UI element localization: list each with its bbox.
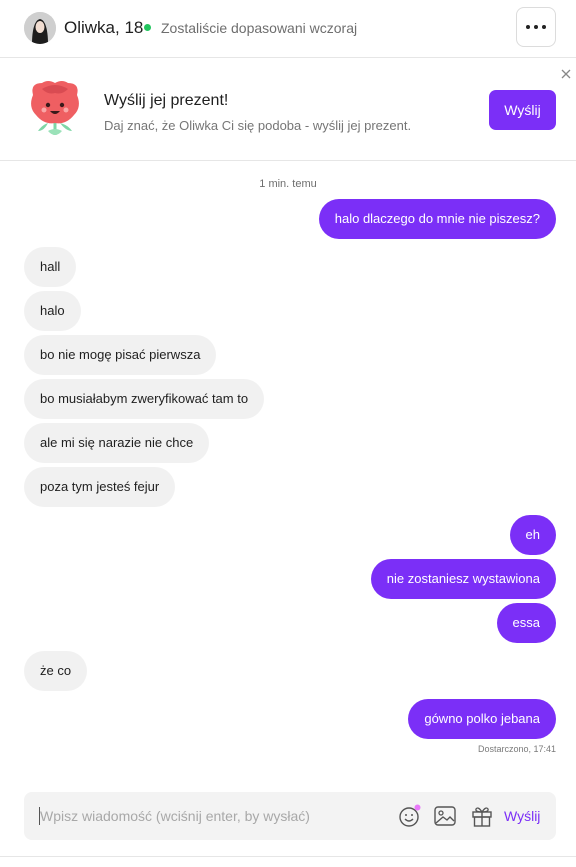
image-icon[interactable]	[433, 804, 457, 828]
message-bubble-received[interactable]: ale mi się narazie nie chce	[24, 423, 210, 463]
message-bubble-received[interactable]: poza tym jesteś fejur	[24, 467, 176, 507]
more-horizontal-icon	[526, 25, 530, 29]
message-timestamp: 1 min. temu	[259, 178, 317, 190]
message-bubble-sent[interactable]: essa	[496, 603, 556, 643]
message-composer: Wyślij	[24, 792, 556, 840]
message-bubble-sent[interactable]: nie zostaniesz wystawiona	[370, 559, 556, 599]
message-bubble-sent[interactable]: eh	[509, 515, 556, 555]
message-bubble-received[interactable]: bo musiałabym zweryfikować tam to	[24, 379, 265, 419]
text-caret	[39, 807, 40, 825]
match-status-text: Zostaliście dopasowani wczoraj	[161, 20, 358, 36]
close-icon[interactable]	[559, 67, 573, 81]
online-status-dot	[144, 24, 151, 31]
gift-banner: Wyślij jej prezent! Daj znać, że Oliwka …	[0, 59, 576, 161]
message-bubble-received[interactable]: bo nie mogę pisać pierwsza	[24, 335, 217, 375]
message-bubble-received[interactable]: że co	[24, 651, 88, 691]
message-bubble-received[interactable]: halo	[24, 291, 81, 331]
avatar[interactable]	[24, 12, 56, 44]
rose-mascot-icon	[26, 79, 84, 141]
send-message-button[interactable]: Wyślij	[504, 792, 540, 840]
banner-subtitle: Daj znać, że Oliwka Ci się podoba - wyśl…	[104, 118, 412, 133]
emoji-icon[interactable]	[398, 804, 422, 828]
chat-header: Oliwka, 18 Zostaliście dopasowani wczora…	[0, 0, 576, 58]
delivery-status: Dostarczono, 17:41	[477, 744, 556, 754]
bottom-divider	[0, 856, 576, 857]
gift-icon[interactable]	[470, 804, 494, 828]
message-input[interactable]	[40, 792, 390, 840]
message-bubble-received[interactable]: hall	[24, 247, 77, 287]
more-options-button[interactable]	[516, 7, 556, 47]
send-gift-button[interactable]: Wyślij	[489, 90, 556, 130]
message-bubble-sent[interactable]: halo dlaczego do mnie nie piszesz?	[318, 199, 556, 239]
message-bubble-sent[interactable]: gówno polko jebana	[408, 699, 556, 739]
banner-title: Wyślij jej prezent!	[104, 92, 229, 109]
match-name[interactable]: Oliwka, 18	[64, 18, 143, 38]
